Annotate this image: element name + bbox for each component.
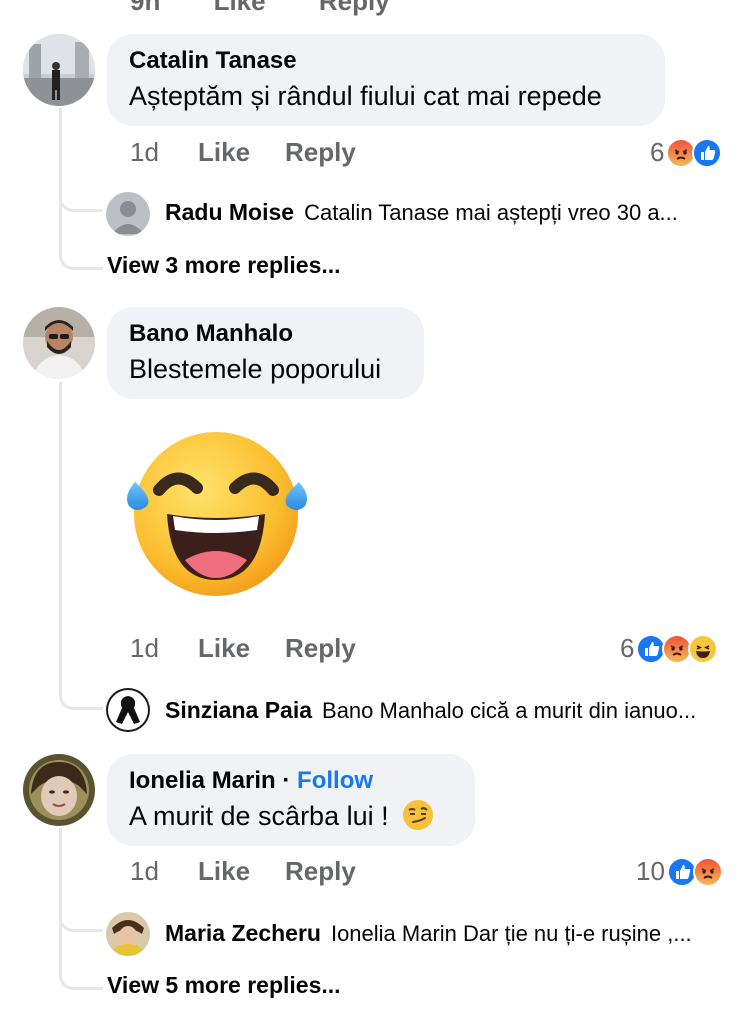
avatar[interactable] bbox=[23, 754, 95, 826]
reply-author[interactable]: Maria Zecheru bbox=[165, 920, 321, 947]
reply-button[interactable]: Reply bbox=[285, 856, 356, 887]
thread-connector bbox=[59, 168, 103, 212]
view-more-replies-link[interactable]: View 3 more replies... bbox=[107, 252, 341, 279]
like-button[interactable]: Like bbox=[198, 856, 285, 887]
avatar[interactable] bbox=[106, 192, 150, 236]
comment-actions: 1d Like Reply bbox=[130, 137, 356, 168]
follow-button[interactable]: Follow bbox=[297, 767, 373, 794]
comment-bubble: Bano Manhalo Blestemele poporului bbox=[107, 307, 424, 399]
smirk-emoji bbox=[402, 799, 434, 840]
avatar[interactable] bbox=[106, 912, 150, 956]
reply-text: Bano Manhalo cică a murit din ianuo... bbox=[322, 697, 697, 723]
angry-icon bbox=[692, 856, 723, 887]
like-button[interactable]: Like bbox=[214, 0, 266, 16]
reaction-count: 10 bbox=[636, 856, 665, 886]
thread-connector bbox=[59, 230, 103, 270]
comment-bubble: Ionelia Marin · Follow A murit de scârba… bbox=[107, 754, 475, 846]
like-button[interactable]: Like bbox=[198, 137, 285, 168]
comment-text: Așteptăm și rândul fiului cat mai repede bbox=[129, 81, 602, 111]
comment-text: Blestemele poporului bbox=[129, 354, 382, 384]
previous-comment-actions: 9h Like Reply bbox=[130, 0, 436, 17]
reply-author[interactable]: Sinziana Paia bbox=[165, 697, 312, 724]
thread-connector bbox=[59, 950, 103, 990]
thread-connector bbox=[59, 666, 103, 710]
comment-bubble: Catalin Tanase Așteptăm și rândul fiului… bbox=[107, 34, 665, 126]
separator: · bbox=[282, 767, 291, 794]
comment-author[interactable]: Ionelia Marin bbox=[129, 767, 276, 794]
comment-author[interactable]: Bano Manhalo bbox=[129, 319, 402, 349]
reply-button[interactable]: Reply bbox=[285, 633, 356, 664]
thread-line bbox=[59, 382, 62, 672]
thread-connector bbox=[59, 888, 103, 932]
reaction-summary[interactable]: 6 bbox=[620, 633, 719, 664]
reply-author[interactable]: Radu Moise bbox=[165, 199, 294, 226]
comment-time: 1d bbox=[130, 633, 159, 663]
comment-header: Ionelia Marin · Follow bbox=[129, 766, 453, 796]
comment-text-row: A murit de scârba lui ! bbox=[129, 798, 453, 840]
reply-preview[interactable]: Maria Zecheru Ionelia Marin Dar ție nu ț… bbox=[165, 920, 692, 947]
comment-actions: 1d Like Reply bbox=[130, 633, 356, 664]
reply-preview[interactable]: Sinziana Paia Bano Manhalo cică a murit … bbox=[165, 697, 696, 724]
reaction-count: 6 bbox=[620, 633, 635, 663]
haha-icon bbox=[688, 633, 719, 664]
like-icon bbox=[692, 137, 723, 168]
reply-button[interactable]: Reply bbox=[319, 0, 390, 16]
comment-time: 1d bbox=[130, 137, 159, 167]
avatar[interactable] bbox=[23, 307, 95, 379]
comment-text: A murit de scârba lui ! bbox=[129, 801, 389, 831]
reply-preview[interactable]: Radu Moise Catalin Tanase mai aștepți vr… bbox=[165, 199, 678, 226]
comment-time: 9h bbox=[130, 0, 161, 16]
reaction-summary[interactable]: 6 bbox=[650, 137, 723, 168]
comment-actions: 1d Like Reply bbox=[130, 856, 356, 887]
laughing-tears-emoji bbox=[121, 430, 313, 603]
like-button[interactable]: Like bbox=[198, 633, 285, 664]
reply-text: Ionelia Marin Dar ție nu ți-e rușine ,..… bbox=[330, 920, 692, 946]
reply-text: Catalin Tanase mai aștepți vreo 30 a... bbox=[304, 199, 678, 225]
reply-button[interactable]: Reply bbox=[285, 137, 356, 168]
reaction-count: 6 bbox=[650, 137, 665, 167]
reaction-summary[interactable]: 10 bbox=[636, 856, 723, 887]
comment-time: 1d bbox=[130, 856, 159, 886]
avatar[interactable] bbox=[106, 688, 150, 732]
comment-author[interactable]: Catalin Tanase bbox=[129, 46, 643, 76]
view-more-replies-link[interactable]: View 5 more replies... bbox=[107, 972, 341, 999]
avatar[interactable] bbox=[23, 34, 95, 106]
